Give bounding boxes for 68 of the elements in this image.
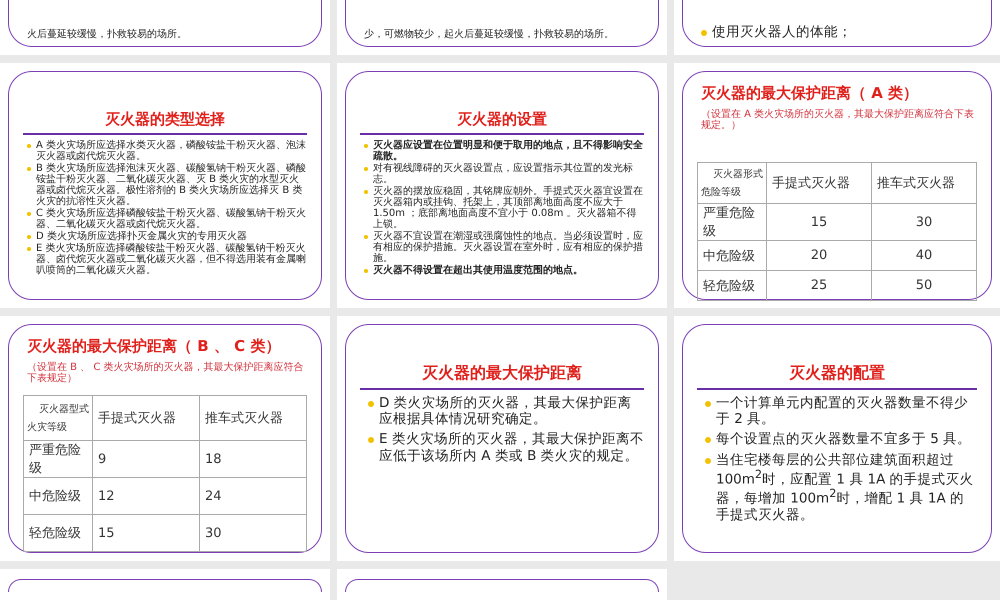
column-header: 推车式灭火器 — [872, 162, 976, 204]
bullet-text: 灭火器的摆放应稳固，其铭牌应朝外。手提式灭火器宜设置在灭火器箱内或挂钩、托架上，其顶部离地面高度不应大于 1.50m ；底部离地面高度不宜小于 0.08m 。灭火器箱不得上锁。 — [373, 186, 644, 230]
table-cell: 15 — [766, 204, 872, 240]
table-cell: 30 — [872, 204, 976, 240]
corner-label: 危险等级 — [701, 186, 742, 199]
bullet-text: 对有视线障碍的灭火器设置点，应设置指示其位置的发光标志。 — [373, 163, 634, 185]
corner-label: 灭火器型式 — [38, 402, 89, 416]
bullet-icon — [27, 144, 31, 148]
bullet-icon — [364, 269, 368, 273]
bullet-text: 火后蔓延较缓慢，扑救较易的场所。 — [27, 29, 187, 40]
slide-title: 灭火器的最大保护距离（ B 、 C 类） — [26, 337, 282, 356]
table-cell: 20 — [766, 240, 872, 270]
table-cell: 中危险级 — [698, 240, 766, 270]
slide-title: 灭火器的类型选择 — [104, 110, 226, 129]
bullet-icon — [701, 30, 707, 36]
bullet-icon — [705, 437, 711, 444]
bullet-text: D 类火灾场所应选择扑灭金属火灾的专用灭火器 — [36, 231, 247, 242]
column-header: 手提式灭火器 — [766, 162, 872, 204]
slide-title: 灭火器的最大保护距离（ A 类） — [700, 84, 920, 103]
table-cell: 9 — [92, 440, 200, 478]
bullet-text: 每个设置点的灭火器数量不宜多于 5 具。 — [716, 431, 972, 448]
bullet-text: C 类火灾场所应选择磷酸铵盐干粉灭火器、碳酸氢钠干粉灭火器、二氧化碳灭火器或卤代烷灭火器。 — [36, 208, 307, 230]
bullet-text: 一个计算单元内配置的灭火器数量不得少于 2 具。 — [716, 395, 969, 428]
bullet-icon — [368, 401, 374, 407]
bullet-icon — [364, 144, 368, 148]
table-cell: 15 — [92, 514, 200, 552]
bullet-icon — [705, 458, 711, 464]
bullet-text: E 类火灾场所应选择磷酸铵盐干粉灭火器、碳酸氢钠干粉灭火器、卤代烷灭火器或二氧化碳灭火器，但不得选用装有金属喇叭喷筒的二氧化碳灭火器。 — [36, 243, 307, 276]
corner-label: 灭火器形式 — [712, 168, 763, 181]
table-cell: 40 — [872, 240, 976, 270]
column-header: 手提式灭火器 — [92, 396, 200, 440]
bullet-text: 少，可燃物较少，起火后蔓延较缓慢，扑救较易的场所。 — [364, 29, 614, 40]
slide-note: （设置在 B 、 C 类火灾场所的灭火器，其最大保护距离应符合下表规定） — [26, 362, 305, 384]
bullet-icon — [27, 167, 31, 171]
bullet-icon — [364, 167, 368, 171]
bullet-text: B 类火灾场所应选择泡沫灭火器、碳酸氢钠干粉灭火器、磷酸铵盐干粉灭火器、二氧化碳灭火器、灭 B 类火灾的水型灭火器或卤代烷灭火器。极性溶剂的 B 类火灾场所应选择灭 B 类火灾的抗溶性灭火器。 — [36, 163, 307, 207]
bullet-text: 灭火器不宜设置在潮湿或强腐蚀性的地点。当必须设置时，应有相应的保护措施。灭火器设置在室外时，应有相应的保护措施。 — [373, 231, 644, 264]
bullet-icon — [368, 437, 374, 444]
table-cell: 25 — [766, 270, 872, 300]
bullet-text: 灭火器不得设置在超出其使用温度范围的地点。 — [373, 265, 583, 276]
bullet-text: E 类火灾场所的灭火器，其最大保护距离不应低于该场所内 A 类或 B 类火灾的规定。 — [379, 431, 644, 464]
bullet-text: 使用灭火器人的体能； — [712, 24, 852, 40]
bullet-text: 当住宅楼每层的公共部位建筑面积超过 100m$^{2}$时，应配置 1 具 1A 的手提式灭火器，每增加 100m$^{2}$时，增配 1 具 1A 的手提式灭火器。 — [716, 452, 975, 524]
bullet-icon — [705, 401, 711, 407]
table-cell: 30 — [200, 514, 306, 552]
table-cell: 12 — [92, 478, 200, 514]
slide-note: （设置在 A 类火灾场所的灭火器，其最大保护距离应符合下表规定。） — [700, 109, 976, 131]
slide-title: 灭火器的最大保护距离 — [421, 363, 583, 384]
slide-title: 灭火器的设置 — [456, 110, 548, 129]
bullet-text: 灭火器应设置在位置明显和便于取用的地点，且不得影响安全疏散。 — [373, 140, 644, 162]
bullet-icon — [27, 212, 31, 216]
table-cell: 轻危险级 — [698, 270, 766, 300]
slide-title: 灭火器的配置 — [788, 363, 886, 384]
table-cell: 24 — [200, 478, 306, 514]
bullet-icon — [27, 247, 31, 251]
corner-label: 火灾等级 — [27, 420, 68, 434]
bullet-icon — [364, 190, 368, 194]
table-cell: 轻危险级 — [24, 514, 92, 552]
bullet-icon — [364, 235, 368, 239]
table-cell: 18 — [200, 440, 306, 478]
bullet-text: D 类火灾场所的灭火器，其最大保护距离应根据具体情况研究确定。 — [379, 395, 633, 428]
table-cell: 中危险级 — [24, 478, 92, 514]
table-cell: 严重危险级 — [24, 440, 92, 478]
table-cell: 严重危险级 — [698, 204, 766, 240]
bullet-text: A 类火灾场所应选择水类灭火器，磷酸铵盐干粉灭火器、泡沫灭火器或卤代烷灭火器。 — [36, 140, 307, 162]
table-cell: 50 — [872, 270, 976, 300]
bullet-icon — [27, 235, 31, 239]
column-header: 推车式灭火器 — [200, 396, 306, 440]
